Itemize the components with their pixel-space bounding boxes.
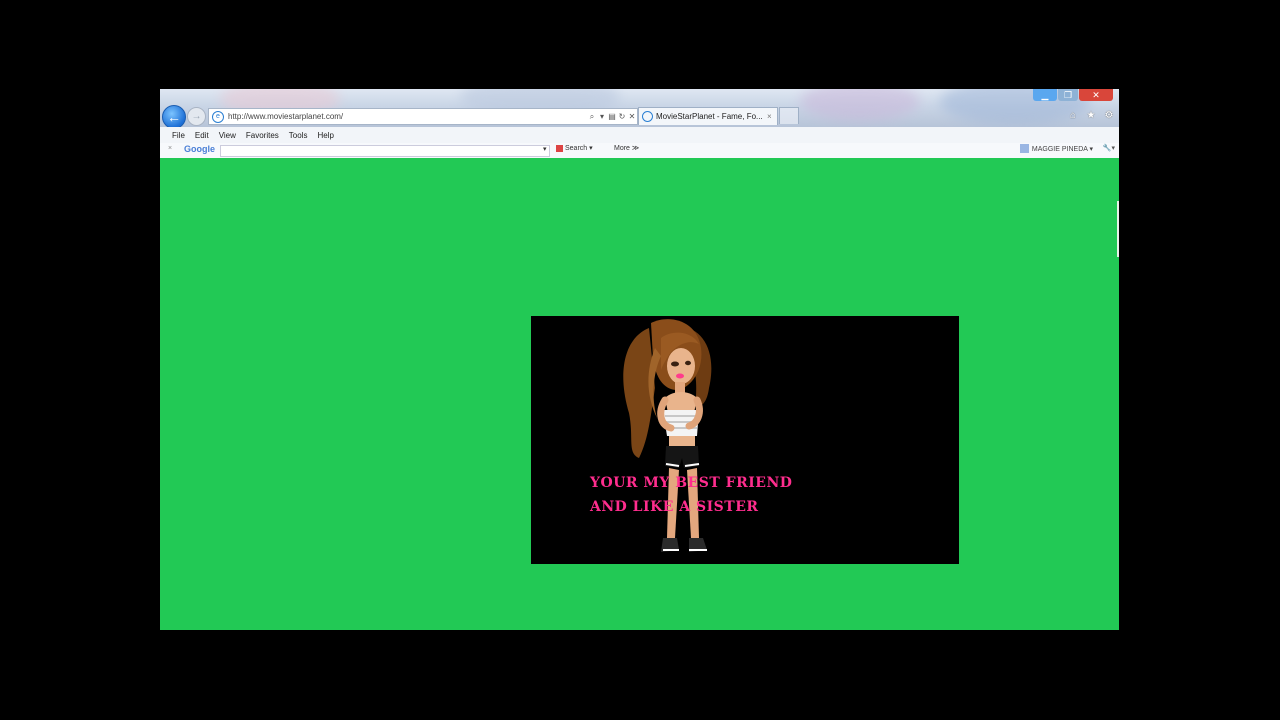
user-name: MAGGIE PINEDA ▾ bbox=[1031, 145, 1093, 153]
video-frame: YOUR MY BEST FRIEND AND LIKE A SISTER bbox=[531, 316, 959, 564]
menu-bar: File Edit View Favorites Tools Help bbox=[160, 127, 1119, 143]
browser-window: ▁ ❐ ✕ ← → e http://www.moviestarplanet.c… bbox=[160, 89, 1119, 630]
forward-button[interactable]: → bbox=[187, 107, 206, 126]
menu-edit[interactable]: Edit bbox=[195, 131, 209, 140]
refresh-icon[interactable]: ↻ bbox=[617, 112, 627, 121]
google-search-input[interactable] bbox=[220, 145, 550, 157]
search-icon[interactable]: ⌕ bbox=[587, 112, 597, 122]
avatar-character-image bbox=[623, 319, 712, 552]
new-tab-button[interactable] bbox=[779, 107, 799, 124]
toolbar-close-icon[interactable]: × bbox=[168, 145, 172, 152]
dropdown-icon[interactable]: ▾ bbox=[597, 112, 607, 121]
stop-icon[interactable]: ✕ bbox=[627, 112, 637, 121]
back-arrow-icon: ← bbox=[167, 109, 181, 125]
close-window-button[interactable]: ✕ bbox=[1079, 89, 1113, 101]
minimize-button[interactable]: ▁ bbox=[1033, 89, 1057, 101]
menu-view[interactable]: View bbox=[219, 131, 236, 140]
chevron-down-icon[interactable]: ▾ bbox=[543, 145, 547, 153]
google-more-button[interactable]: More ≫ bbox=[614, 144, 639, 152]
background-blob bbox=[800, 89, 920, 121]
google-user-menu[interactable]: MAGGIE PINEDA ▾ bbox=[1019, 144, 1093, 153]
command-icons: ⌂ ★ ⚙ bbox=[1067, 110, 1115, 122]
google-toolbar: × Google ▾ Search ▾ More ≫ MAGGIE PINEDA… bbox=[160, 143, 1119, 158]
back-button[interactable]: ← bbox=[162, 105, 186, 127]
menu-favorites[interactable]: Favorites bbox=[246, 131, 279, 140]
menu-tools[interactable]: Tools bbox=[289, 131, 308, 140]
tab-close-icon[interactable]: × bbox=[767, 112, 777, 121]
gear-icon[interactable]: ⚙ bbox=[1103, 110, 1115, 122]
ie-icon: e bbox=[212, 110, 224, 123]
google-logo: Google bbox=[184, 144, 215, 154]
caption-line-2: AND LIKE A SISTER bbox=[590, 499, 759, 515]
window-caption-buttons: ▁ ❐ ✕ bbox=[1033, 89, 1113, 103]
maximize-button[interactable]: ❐ bbox=[1058, 89, 1078, 101]
compat-view-icon[interactable]: ▤ bbox=[607, 112, 617, 121]
menu-file[interactable]: File bbox=[172, 131, 185, 140]
home-icon[interactable]: ⌂ bbox=[1067, 110, 1079, 122]
tab-title: MovieStarPlanet - Fame, Fo... bbox=[656, 112, 763, 121]
scrollbar[interactable] bbox=[1117, 201, 1119, 257]
google-search-button[interactable]: Search ▾ bbox=[556, 144, 593, 152]
caption-line-1: YOUR MY BEST FRIEND bbox=[590, 475, 793, 491]
google-search-icon bbox=[556, 144, 563, 152]
address-bar[interactable]: e http://www.moviestarplanet.com/ ⌕ ▾ ▤ … bbox=[208, 108, 638, 125]
browser-title-bar: ▁ ❐ ✕ ← → e http://www.moviestarplanet.c… bbox=[160, 89, 1119, 127]
forward-arrow-icon: → bbox=[191, 111, 202, 122]
video-caption: YOUR MY BEST FRIEND AND LIKE A SISTER bbox=[590, 471, 792, 519]
avatar bbox=[1019, 144, 1029, 153]
ie-icon bbox=[642, 111, 653, 122]
menu-help[interactable]: Help bbox=[317, 131, 333, 140]
tab-moviestarplanet[interactable]: MovieStarPlanet - Fame, Fo... × bbox=[638, 107, 778, 125]
google-search-label: Search ▾ bbox=[565, 145, 593, 152]
address-url[interactable]: http://www.moviestarplanet.com/ bbox=[228, 112, 587, 121]
wrench-icon[interactable]: 🔧▾ bbox=[1103, 144, 1115, 152]
star-icon[interactable]: ★ bbox=[1085, 110, 1097, 122]
